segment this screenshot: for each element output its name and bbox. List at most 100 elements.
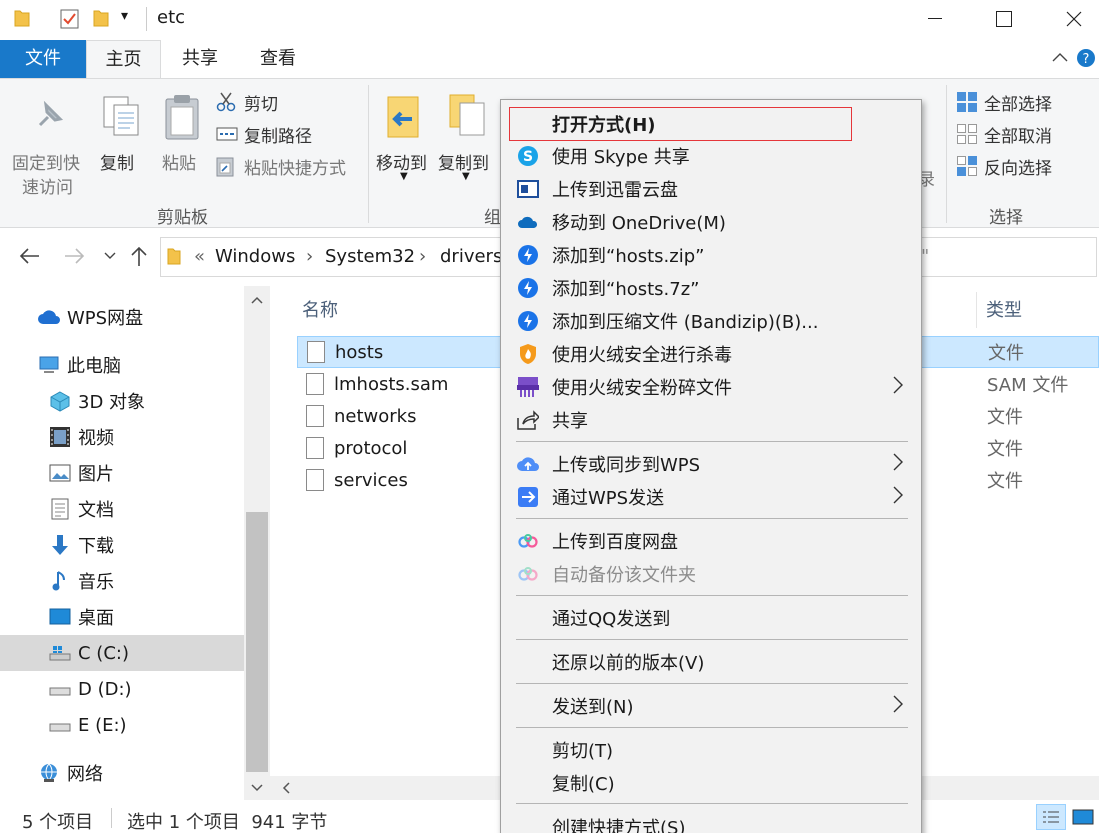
menu-item-baidu-upload[interactable]: 上传到百度网盘 <box>501 524 921 557</box>
scroll-left-chevron-icon[interactable] <box>282 782 290 794</box>
move-to-button[interactable]: 移动到 ▼ <box>372 85 434 197</box>
menu-item-open-with[interactable]: 打开方式(H) <box>509 107 852 141</box>
copy-button[interactable]: 复制 <box>96 85 144 197</box>
quick-access-dropdown-icon[interactable]: ▾ <box>121 8 128 24</box>
menu-item-skype-share[interactable]: S 使用 Skype 共享 <box>501 139 921 172</box>
copy-to-button[interactable]: 复制到 ▼ <box>434 85 498 197</box>
menu-item-copy[interactable]: 复制(C) <box>501 766 921 799</box>
file-name: networks <box>334 405 417 427</box>
copy-to-dropdown-icon: ▼ <box>462 171 470 182</box>
sidebar-item-documents[interactable]: 文档 <box>0 491 244 527</box>
sidebar-item-wps-cloud[interactable]: WPS网盘 <box>0 299 244 335</box>
breadcrumb-windows[interactable]: Windows <box>215 246 295 267</box>
tab-view[interactable]: 查看 <box>239 40 317 78</box>
menu-item-send-via-qq[interactable]: 通过QQ发送到 <box>501 601 921 634</box>
details-view-icon[interactable] <box>1036 804 1066 830</box>
menu-item-wps-sync[interactable]: 上传或同步到WPS <box>501 447 921 480</box>
collapse-ribbon-icon[interactable] <box>1052 52 1068 62</box>
menu-separator <box>516 727 908 728</box>
sidebar-scrollbar[interactable] <box>244 286 270 800</box>
up-arrow-icon[interactable] <box>130 245 148 267</box>
breadcrumb-system32[interactable]: System32 <box>325 246 415 267</box>
cut-button[interactable]: 剪切 <box>216 89 364 115</box>
menu-item-huorong-scan[interactable]: 使用火绒安全进行杀毒 <box>501 337 921 370</box>
close-button[interactable] <box>1039 0 1099 38</box>
select-all-icon <box>956 91 978 113</box>
sidebar-item-label: 文档 <box>78 500 114 521</box>
sidebar-item-drive-c[interactable]: C (C:) <box>0 635 244 671</box>
menu-item-share[interactable]: 共享 <box>501 403 921 436</box>
menu-item-wps-send[interactable]: 通过WPS发送 <box>501 480 921 513</box>
scroll-up-chevron-icon[interactable] <box>251 296 263 304</box>
new-folder-icon[interactable] <box>93 8 109 28</box>
menu-item-auto-backup[interactable]: 自动备份该文件夹 <box>501 557 921 590</box>
ribbon-group-divider <box>946 85 947 223</box>
tab-home[interactable]: 主页 <box>86 40 161 79</box>
tab-share[interactable]: 共享 <box>161 40 239 78</box>
file-icon <box>306 405 324 427</box>
menu-item-label: 发送到(N) <box>552 696 634 718</box>
select-all-button[interactable]: 全部选择 <box>956 89 1096 115</box>
menu-item-add-to-archive[interactable]: 添加到压缩文件 (Bandizip)(B)... <box>501 304 921 337</box>
huorong-shield-icon <box>515 341 541 367</box>
menu-item-label: 上传到百度网盘 <box>552 531 678 553</box>
pin-label-1: 固定到快 <box>12 154 80 174</box>
menu-item-restore-previous[interactable]: 还原以前的版本(V) <box>501 645 921 678</box>
folder-icon <box>14 8 30 28</box>
large-icons-view-icon[interactable] <box>1072 808 1094 826</box>
file-name: protocol <box>334 437 408 459</box>
pin-to-quick-access-button[interactable]: 固定到快 速访问 <box>8 85 90 198</box>
forward-arrow-icon[interactable] <box>64 247 86 265</box>
recent-locations-chevron-icon[interactable] <box>104 252 116 260</box>
sidebar-item-3d-objects[interactable]: 3D 对象 <box>0 383 244 419</box>
sidebar-item-drive-e[interactable]: E (E:) <box>0 707 244 743</box>
file-name: hosts <box>335 341 384 363</box>
breadcrumb-separator[interactable]: › <box>419 246 426 267</box>
menu-item-label: 使用火绒安全进行杀毒 <box>552 344 732 366</box>
search-box-tail[interactable]: " <box>921 246 929 267</box>
menu-item-thunder-cloud[interactable]: 上传到迅雷云盘 <box>501 172 921 205</box>
sidebar-item-downloads[interactable]: 下载 <box>0 527 244 563</box>
file-type: 文件 <box>987 407 1023 428</box>
menu-item-cut[interactable]: 剪切(T) <box>501 733 921 766</box>
menu-item-create-shortcut[interactable]: 创建快捷方式(S) <box>501 810 921 833</box>
menu-item-label: 添加到“hosts.zip” <box>552 245 705 267</box>
menu-item-add-to-zip[interactable]: 添加到“hosts.zip” <box>501 238 921 271</box>
sidebar-item-pictures[interactable]: 图片 <box>0 455 244 491</box>
sidebar-item-this-pc[interactable]: 此电脑 <box>0 347 244 383</box>
file-icon <box>306 373 324 395</box>
wps-send-icon <box>515 484 541 510</box>
sidebar-item-network[interactable]: 网络 <box>0 755 244 791</box>
paste-button[interactable]: 粘贴 <box>156 85 208 197</box>
tab-file[interactable]: 文件 <box>0 40 86 78</box>
breadcrumb-separator[interactable]: › <box>306 246 313 267</box>
column-header-type[interactable]: 类型 <box>986 296 1022 322</box>
menu-item-move-to-onedrive[interactable]: 移动到 OneDrive(M) <box>501 205 921 238</box>
cube-icon <box>48 389 72 413</box>
help-icon[interactable]: ? <box>1076 48 1096 68</box>
menu-item-send-to[interactable]: 发送到(N) <box>501 689 921 722</box>
breadcrumb-drivers[interactable]: drivers <box>440 246 502 267</box>
sidebar-scroll-thumb[interactable] <box>246 512 268 772</box>
sidebar-item-videos[interactable]: 视频 <box>0 419 244 455</box>
sidebar-item-music[interactable]: 音乐 <box>0 563 244 599</box>
column-header-name[interactable]: 名称 <box>302 296 338 322</box>
invert-selection-label: 反向选择 <box>984 158 1052 179</box>
minimize-button[interactable] <box>900 0 970 38</box>
properties-icon[interactable] <box>60 9 80 29</box>
breadcrumb-overflow[interactable]: « <box>194 246 205 267</box>
sidebar-item-desktop[interactable]: 桌面 <box>0 599 244 635</box>
scroll-down-chevron-icon[interactable] <box>251 784 263 792</box>
back-arrow-icon[interactable] <box>18 247 40 265</box>
invert-selection-button[interactable]: 反向选择 <box>956 153 1096 179</box>
menu-item-label: 剪切(T) <box>552 740 614 762</box>
column-divider[interactable] <box>976 292 977 328</box>
select-none-button[interactable]: 全部取消 <box>956 121 1096 147</box>
film-icon <box>48 425 72 449</box>
paste-shortcut-button[interactable]: 粘贴快捷方式 <box>216 153 364 179</box>
menu-item-add-to-7z[interactable]: 添加到“hosts.7z” <box>501 271 921 304</box>
copy-path-button[interactable]: 复制路径 <box>216 121 364 147</box>
maximize-button[interactable] <box>969 0 1039 38</box>
menu-item-huorong-shred[interactable]: 使用火绒安全粉碎文件 <box>501 370 921 403</box>
sidebar-item-drive-d[interactable]: D (D:) <box>0 671 244 707</box>
